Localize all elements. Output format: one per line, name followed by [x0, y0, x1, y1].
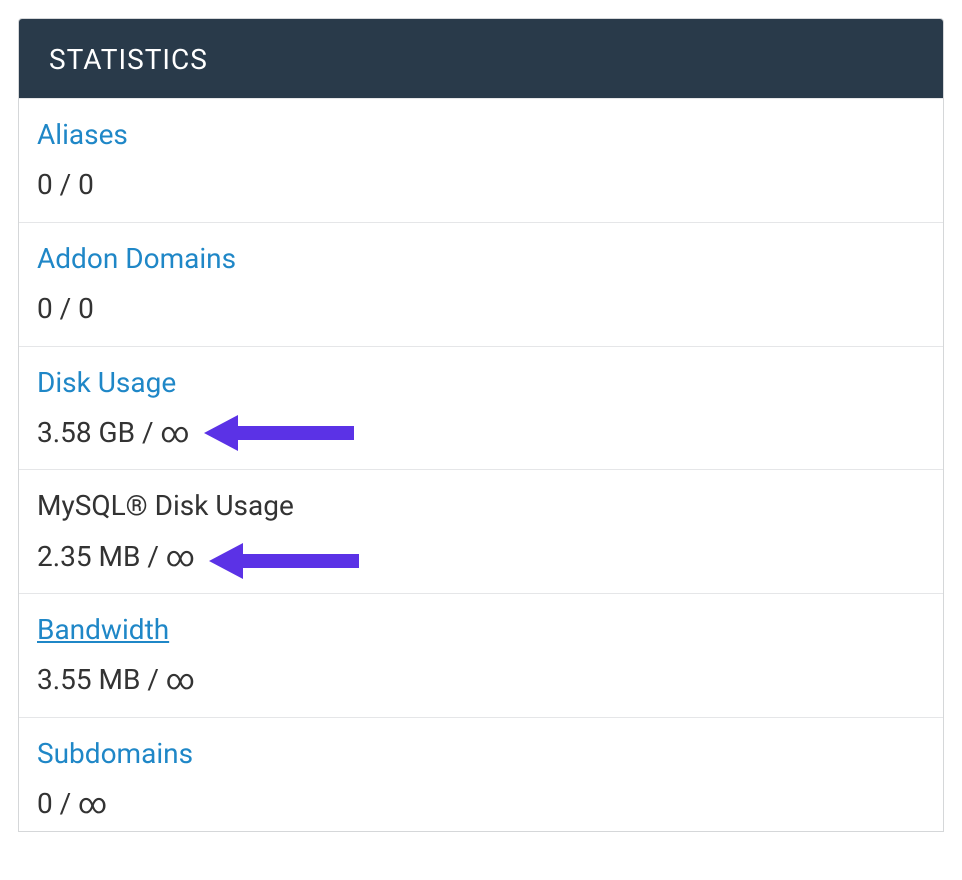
stat-label-mysql-disk-usage: MySQL® Disk Usage	[37, 486, 294, 525]
stat-value-subdomains: 0 / ∞	[37, 787, 925, 821]
stat-row-subdomains: Subdomains 0 / ∞	[19, 717, 943, 831]
stat-row-addon-domains: Addon Domains 0 / 0	[19, 222, 943, 346]
stat-row-disk-usage: Disk Usage 3.58 GB / ∞	[19, 346, 943, 470]
stat-label-bandwidth[interactable]: Bandwidth	[37, 610, 169, 649]
stat-label-disk-usage[interactable]: Disk Usage	[37, 363, 176, 402]
stat-value-mysql-disk-usage: 2.35 MB / ∞	[37, 540, 925, 574]
statistics-panel: STATISTICS Aliases 0 / 0 Addon Domains 0…	[18, 18, 944, 832]
stat-value-addon-domains: 0 / 0	[37, 292, 925, 326]
stat-value-aliases: 0 / 0	[37, 168, 925, 202]
stat-row-aliases: Aliases 0 / 0	[19, 98, 943, 222]
stat-row-mysql-disk-usage: MySQL® Disk Usage 2.35 MB / ∞	[19, 469, 943, 593]
stat-row-bandwidth: Bandwidth 3.55 MB / ∞	[19, 593, 943, 717]
stat-label-aliases[interactable]: Aliases	[37, 115, 128, 154]
stat-label-addon-domains[interactable]: Addon Domains	[37, 239, 236, 278]
stat-value-bandwidth: 3.55 MB / ∞	[37, 663, 925, 697]
stat-label-subdomains[interactable]: Subdomains	[37, 734, 193, 773]
stat-value-disk-usage: 3.58 GB / ∞	[37, 416, 925, 450]
panel-title: STATISTICS	[19, 19, 943, 98]
